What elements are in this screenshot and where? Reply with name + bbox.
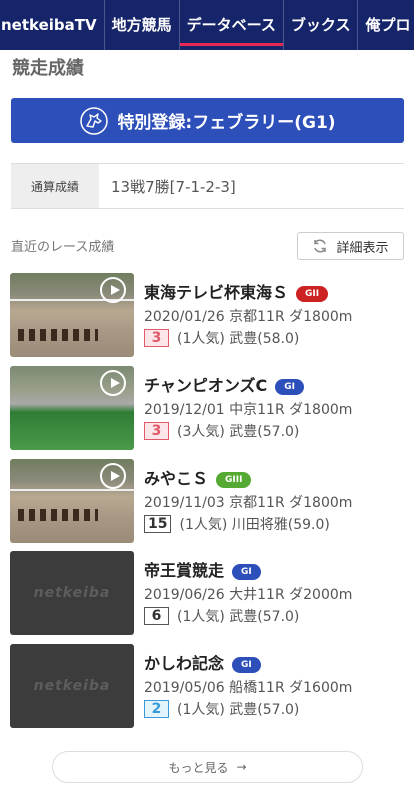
show-more-label: もっと見る	[168, 760, 229, 775]
nav-item-books[interactable]: ブックス	[284, 0, 359, 50]
finish-position: 3	[144, 329, 169, 347]
race-result: 2 (1人気) 武豊(57.0)	[144, 699, 299, 719]
show-more-button[interactable]: もっと見る →	[52, 751, 363, 783]
popularity: (1人気)	[177, 609, 225, 625]
jockey: 武豊(58.0)	[229, 331, 300, 347]
race-result: 15 (1人気) 川田将雅(59.0)	[144, 514, 330, 534]
popularity: (1人気)	[177, 702, 225, 718]
netkeiba-logo-thumbnail: netkeiba	[10, 551, 134, 635]
refresh-icon	[314, 239, 327, 253]
play-icon[interactable]	[100, 463, 126, 489]
page-title: 競走成績	[12, 58, 84, 79]
race-name[interactable]: 東海テレビ杯東海Ｓ	[144, 283, 288, 302]
race-row[interactable]: netkeiba 帝王賞競走 GI 2019/06/26 大井11R ダ2000m…	[10, 551, 404, 635]
nav-row: netkeibaTV 地方競馬 データベース ブックス 俺プロ 一口	[0, 0, 414, 50]
grade-badge: GI	[232, 657, 261, 673]
jockey: 川田将雅(59.0)	[231, 517, 330, 533]
popularity: (3人気)	[177, 424, 225, 440]
nav-item-local-racing[interactable]: 地方競馬	[105, 0, 180, 50]
career-summary-label: 通算成績	[11, 164, 99, 208]
recent-races-heading: 直近のレース成績	[11, 240, 115, 255]
career-summary: 通算成績 13戦7勝[7-1-2-3]	[11, 163, 404, 209]
special-registration-label: 特別登録:フェブラリー(G1)	[117, 113, 336, 133]
nav-item-database[interactable]: データベース	[179, 0, 284, 50]
race-name[interactable]: 帝王賞競走	[144, 561, 224, 580]
nav-item-netkeiba-tv[interactable]: netkeibaTV	[0, 0, 105, 50]
grade-badge: GI	[275, 379, 305, 395]
race-video-thumbnail[interactable]	[10, 273, 134, 357]
arrow-right-icon: →	[236, 760, 247, 774]
popularity: (1人気)	[179, 517, 228, 533]
nav-item-ore-pro[interactable]: 俺プロ	[358, 0, 414, 50]
race-info: 2019/11/03 京都11R ダ1800m	[144, 495, 353, 511]
detail-view-button[interactable]: 詳細表示	[297, 232, 404, 260]
finish-position: 3	[144, 422, 169, 440]
top-nav: netkeibaTV 地方競馬 データベース ブックス 俺プロ 一口	[0, 0, 414, 50]
race-video-thumbnail[interactable]	[10, 459, 134, 543]
race-result: 3 (1人気) 武豊(58.0)	[144, 328, 299, 348]
race-video-thumbnail[interactable]	[10, 366, 134, 450]
special-registration-button[interactable]: 特別登録:フェブラリー(G1)	[11, 98, 404, 143]
netkeiba-logo: netkeiba	[33, 678, 111, 694]
race-row[interactable]: netkeiba かしわ記念 GI 2019/05/06 船橋11R ダ1600m…	[10, 644, 404, 728]
race-info: 2019/06/26 大井11R ダ2000m	[144, 587, 353, 603]
grade-badge: GIII	[216, 472, 252, 488]
jockey: 武豊(57.0)	[229, 702, 300, 718]
jockey: 武豊(57.0)	[229, 424, 300, 440]
play-icon[interactable]	[100, 370, 126, 396]
grade-badge: GII	[296, 286, 329, 302]
race-info: 2019/05/06 船橋11R ダ1600m	[144, 680, 353, 696]
netkeiba-logo-thumbnail: netkeiba	[10, 644, 134, 728]
finish-position: 15	[144, 515, 172, 533]
career-summary-value: 13戦7勝[7-1-2-3]	[111, 177, 236, 196]
race-result: 3 (3人気) 武豊(57.0)	[144, 421, 299, 441]
horse-emblem-icon	[80, 106, 109, 135]
race-info: 2019/12/01 中京11R ダ1800m	[144, 402, 353, 418]
finish-position: 6	[144, 607, 169, 625]
race-info: 2020/01/26 京都11R ダ1800m	[144, 309, 353, 325]
race-row[interactable]: チャンピオンズC GI 2019/12/01 中京11R ダ1800m 3 (3人…	[10, 366, 404, 450]
race-row[interactable]: みやこＳ GIII 2019/11/03 京都11R ダ1800m 15 (1人気…	[10, 459, 404, 543]
detail-view-label: 詳細表示	[336, 240, 389, 256]
race-name[interactable]: チャンピオンズC	[144, 376, 267, 395]
race-result: 6 (1人気) 武豊(57.0)	[144, 606, 299, 626]
netkeiba-logo: netkeiba	[33, 585, 111, 601]
finish-position: 2	[144, 700, 169, 718]
jockey: 武豊(57.0)	[229, 609, 300, 625]
popularity: (1人気)	[177, 331, 225, 347]
play-icon[interactable]	[100, 277, 126, 303]
race-name[interactable]: かしわ記念	[144, 654, 224, 673]
grade-badge: GI	[232, 564, 261, 580]
race-name[interactable]: みやこＳ	[144, 469, 208, 488]
race-row[interactable]: 東海テレビ杯東海Ｓ GII 2020/01/26 京都11R ダ1800m 3 (…	[10, 273, 404, 357]
